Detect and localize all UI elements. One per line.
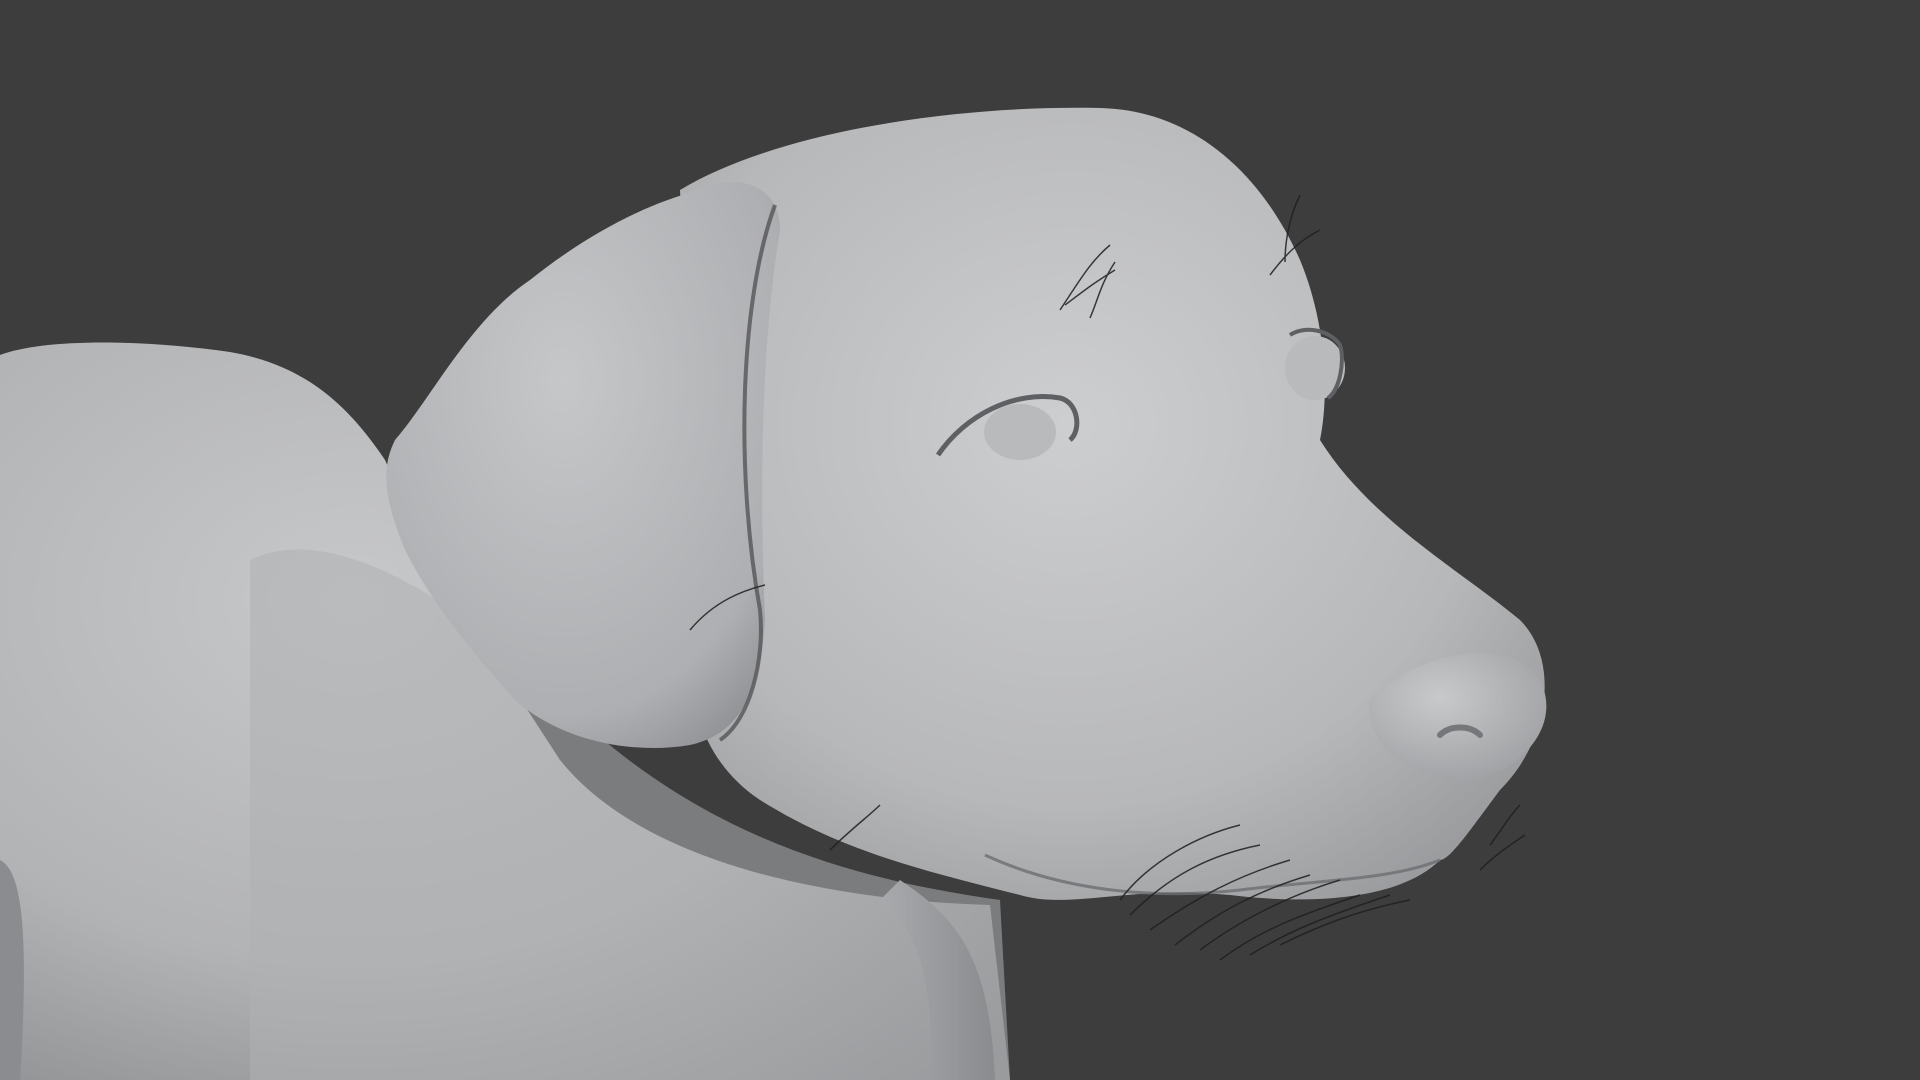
3d-viewport[interactable] [0, 0, 1920, 1080]
viewport-canvas[interactable] [0, 0, 1920, 1080]
dog-eye-left [984, 404, 1056, 460]
